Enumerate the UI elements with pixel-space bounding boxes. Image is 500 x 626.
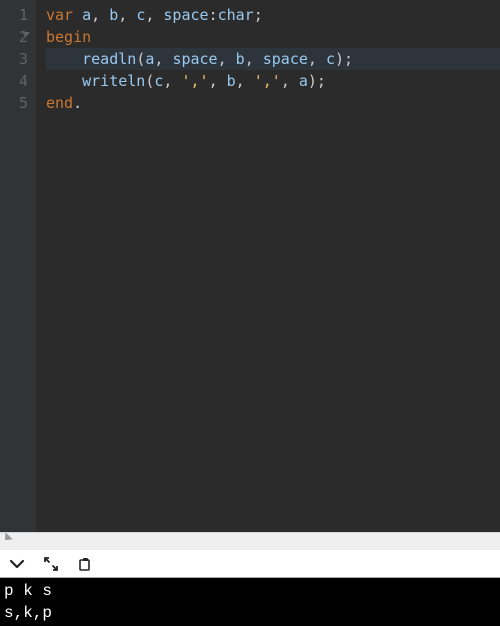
line-number: 2 (0, 26, 28, 48)
token: : (209, 6, 218, 24)
token: space (263, 50, 308, 68)
code-content[interactable]: var a, b, c, space:char; begin readln(a, … (36, 0, 500, 532)
token: c (326, 50, 335, 68)
code-line[interactable]: var a, b, c, space:char; (46, 4, 500, 26)
scroll-corner-icon (1, 532, 12, 543)
code-line[interactable]: begin (46, 26, 500, 48)
token: ; (254, 6, 263, 24)
token: , (236, 72, 254, 90)
token: c (136, 6, 145, 24)
token: ( (136, 50, 145, 68)
token: , (209, 72, 227, 90)
expand-icon[interactable] (42, 555, 60, 573)
token: ',' (181, 72, 208, 90)
console-output: p k s s,k,p (0, 578, 500, 626)
token: space (163, 6, 208, 24)
token: b (236, 50, 245, 68)
token: ',' (254, 72, 281, 90)
token: , (154, 50, 172, 68)
token: ); (335, 50, 353, 68)
token: , (308, 50, 326, 68)
token: , (145, 6, 163, 24)
token: . (73, 94, 82, 112)
token: readln (46, 50, 136, 68)
line-number: 5 (0, 92, 28, 114)
token: a (299, 72, 308, 90)
horizontal-scrollbar[interactable] (0, 532, 500, 550)
console-toolbar (0, 550, 500, 578)
token: , (118, 6, 136, 24)
token: ); (308, 72, 326, 90)
token: , (163, 72, 181, 90)
token: space (172, 50, 217, 68)
token: , (281, 72, 299, 90)
code-line[interactable]: readln(a, space, b, space, c); (46, 48, 500, 70)
line-number: 4 (0, 70, 28, 92)
token: a (82, 6, 91, 24)
token: , (91, 6, 109, 24)
chevron-down-icon[interactable] (8, 555, 26, 573)
code-line[interactable]: writeln(c, ',', b, ',', a); (46, 70, 500, 92)
token: var (46, 6, 82, 24)
token: , (245, 50, 263, 68)
code-editor[interactable]: 12345 var a, b, c, space:char; begin read… (0, 0, 500, 532)
copy-icon[interactable] (76, 555, 94, 573)
line-number: 3 (0, 48, 28, 70)
token: char (218, 6, 254, 24)
token: begin (46, 28, 91, 46)
token: b (109, 6, 118, 24)
token: b (227, 72, 236, 90)
token: , (218, 50, 236, 68)
fold-triangle-icon[interactable] (22, 32, 30, 37)
line-gutter: 12345 (0, 0, 36, 532)
token: end (46, 94, 73, 112)
line-number: 1 (0, 4, 28, 26)
token: writeln (46, 72, 145, 90)
code-line[interactable]: end. (46, 92, 500, 114)
